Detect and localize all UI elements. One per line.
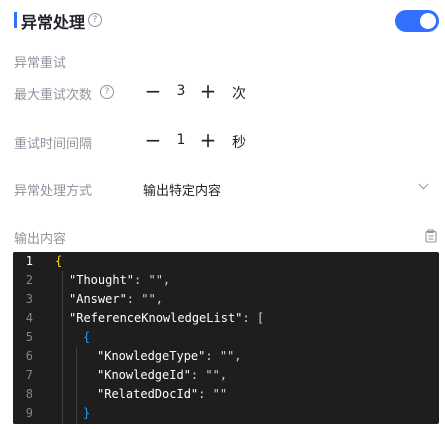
code-text: { (55, 252, 62, 271)
max-retries-label: 最大重试次数 (14, 88, 93, 103)
code-line: 3 "Answer": "", (13, 290, 439, 309)
max-retries-increment-button[interactable]: + (197, 80, 219, 102)
toggle-knob (420, 13, 436, 29)
retry-section-title: 异常重试 (14, 56, 67, 71)
json-key: "KnowledgeId" (97, 368, 191, 382)
code-text: "RelatedDocId": "" (97, 385, 227, 404)
chevron-down-icon (418, 179, 429, 190)
max-retries-decrement-button[interactable]: − (142, 80, 164, 102)
exception-handling-toggle[interactable] (395, 10, 439, 32)
json-value: : "", (190, 368, 228, 382)
title-accent-bar (14, 12, 17, 28)
handling-method-selected: 输出特定内容 (143, 184, 222, 199)
line-number: 6 (25, 349, 33, 363)
line-number: 8 (25, 387, 33, 401)
line-number: 5 (25, 330, 33, 344)
code-text: "KnowledgeId": "", (97, 366, 227, 385)
line-number: 4 (25, 311, 33, 325)
line-number: 9 (25, 406, 33, 420)
code-text: "ReferenceKnowledgeList": [ (69, 309, 264, 328)
code-line: 4 "ReferenceKnowledgeList": [ (13, 309, 439, 328)
max-retries-value[interactable]: 3 (170, 80, 192, 102)
code-line: 2 "Thought": "", (13, 271, 439, 290)
json-key: "Thought" (69, 273, 135, 287)
code-text: "Answer": "", (69, 290, 163, 309)
code-text: "KnowledgeType": "", (97, 347, 242, 366)
json-value: : "", (126, 292, 163, 306)
question-circle-icon[interactable]: ? (100, 85, 114, 99)
json-key: "ReferenceKnowledgeList" (69, 311, 243, 325)
line-number: 2 (25, 273, 33, 287)
max-retries-unit: 次 (232, 86, 246, 102)
retry-interval-decrement-button[interactable]: − (142, 129, 164, 151)
code-bracket: } (83, 406, 91, 420)
retry-interval-increment-button[interactable]: + (197, 129, 219, 151)
handling-method-select[interactable]: 输出特定内容 (135, 174, 437, 202)
json-value: : "" (198, 387, 228, 401)
json-key: "RelatedDocId" (97, 387, 199, 401)
code-text: } (83, 404, 90, 423)
output-content-label: 输出内容 (14, 232, 67, 247)
json-value: : [ (242, 311, 265, 325)
exception-handling-header: 异常处理 ? (0, 0, 445, 40)
code-bracket: { (83, 330, 91, 344)
json-value: : "", (134, 273, 171, 287)
json-key: "Answer" (69, 292, 127, 306)
code-line: 1{ (13, 252, 439, 271)
retry-interval-unit: 秒 (232, 135, 246, 151)
code-text: { (83, 328, 90, 347)
code-text: "Thought": "", (69, 271, 170, 290)
code-line: 6 "KnowledgeType": "", (13, 347, 439, 366)
handling-method-label: 异常处理方式 (14, 184, 93, 199)
json-key: "KnowledgeType" (97, 349, 206, 363)
json-value: : "", (205, 349, 242, 363)
code-line: 8 "RelatedDocId": "" (13, 385, 439, 404)
line-number: 7 (25, 368, 33, 382)
copy-icon[interactable] (424, 229, 438, 243)
line-number: 3 (25, 292, 33, 306)
retry-interval-value[interactable]: 1 (170, 129, 192, 151)
code-line: 7 "KnowledgeId": "", (13, 366, 439, 385)
line-number: 1 (25, 254, 33, 268)
section-title: 异常处理 (21, 13, 86, 32)
question-circle-icon[interactable]: ? (88, 13, 102, 27)
code-line: 5{ (13, 328, 439, 347)
json-code-editor[interactable]: 1{2 "Thought": "", 3 "Answer": "", 4 "Referen… (13, 252, 439, 424)
code-line: 9} (13, 404, 439, 423)
retry-interval-label: 重试时间间隔 (14, 137, 93, 152)
code-bracket: { (55, 254, 63, 268)
